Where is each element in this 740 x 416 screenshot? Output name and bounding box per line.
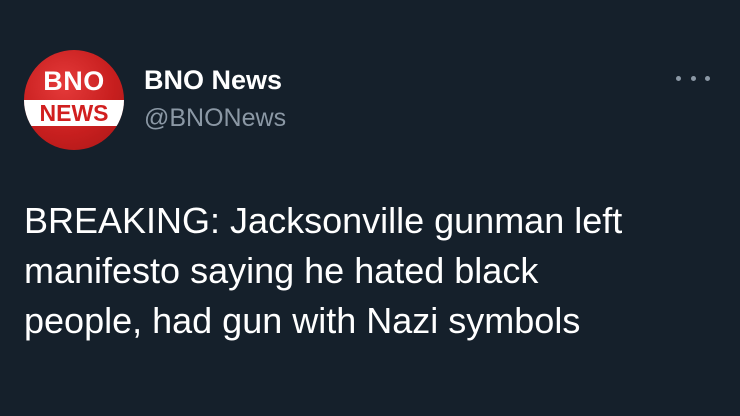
display-name[interactable]: BNO News [144, 67, 282, 94]
avatar[interactable]: BNO NEWS [24, 50, 124, 150]
more-dot [690, 75, 696, 81]
tweet-text-line: manifesto saying he hated black [24, 250, 539, 291]
user-handle[interactable]: @BNONews [144, 106, 286, 131]
avatar-logo-top: BNO [43, 66, 105, 96]
tweet-text-line: people, had gun with Nazi symbols [24, 300, 581, 341]
tweet-text: BREAKING: Jacksonville gunman left manif… [24, 196, 724, 346]
more-dot [705, 75, 710, 81]
more-options-icon[interactable] [676, 66, 710, 90]
tweet-text-line: BREAKING: Jacksonville gunman left [24, 200, 623, 241]
avatar-logo-bottom: NEWS [39, 100, 109, 126]
tweet-card: BNO NEWS BNO News @BNONews BREAKING: Jac… [0, 0, 740, 416]
more-dot [676, 75, 681, 81]
